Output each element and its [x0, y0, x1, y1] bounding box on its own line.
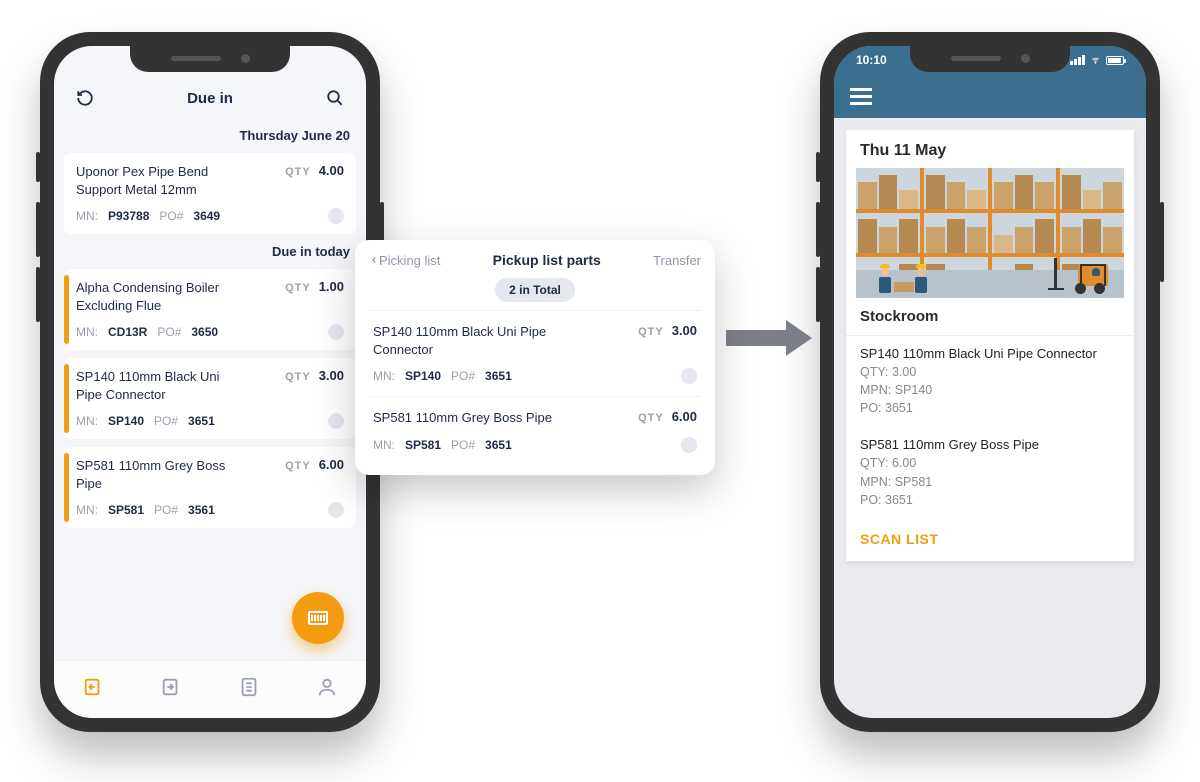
warehouse-illustration — [856, 168, 1124, 298]
section-title: Stockroom — [846, 298, 1134, 336]
left-phone-frame: Due in Thursday June 20 Uponor Pex Pipe … — [40, 32, 380, 732]
due-item-card[interactable]: Uponor Pex Pipe Bend Support Metal 12mm … — [64, 153, 356, 234]
wifi-icon — [1089, 56, 1102, 65]
due-item-card[interactable]: SP581 110mm Grey Boss Pipe QTY6.00 MN: S… — [64, 447, 356, 528]
search-icon[interactable] — [324, 87, 346, 109]
popup-item[interactable]: SP140 110mm Black Uni Pipe Connector QTY… — [369, 310, 701, 396]
stock-item[interactable]: SP581 110mm Grey Boss Pipe QTY: 6.00 MPN… — [846, 427, 1134, 518]
tab-list-icon[interactable] — [238, 676, 260, 703]
page-title: Due in — [187, 90, 233, 107]
popup-title: Pickup list parts — [493, 252, 601, 268]
phone-notch — [910, 46, 1070, 72]
select-radio[interactable] — [328, 324, 344, 340]
barcode-fab[interactable] — [292, 592, 344, 644]
due-item-card[interactable]: SP140 110mm Black Uni Pipe Connector QTY… — [64, 358, 356, 439]
back-button[interactable]: Picking list — [369, 253, 440, 268]
select-radio[interactable] — [328, 208, 344, 224]
status-icons — [1070, 55, 1124, 65]
date-heading: Thu 11 May — [846, 130, 1134, 168]
select-radio[interactable] — [328, 502, 344, 518]
battery-icon — [1106, 56, 1124, 65]
transfer-button[interactable]: Transfer — [653, 253, 701, 268]
tab-outbound-icon[interactable] — [160, 676, 182, 703]
popup-item[interactable]: SP581 110mm Grey Boss Pipe QTY6.00 MN: S… — [369, 396, 701, 465]
status-time: 10:10 — [856, 53, 887, 67]
arrow-icon — [726, 320, 816, 356]
pickup-list-popup: Picking list Pickup list parts Transfer … — [355, 240, 715, 475]
item-name: Uponor Pex Pipe Bend Support Metal 12mm — [76, 163, 246, 198]
refresh-icon[interactable] — [74, 87, 96, 109]
tab-inbound-icon[interactable] — [82, 676, 104, 703]
bottom-tabbar — [54, 660, 366, 718]
right-phone-frame: 10:10 Thu 11 May — [820, 32, 1160, 732]
scan-list-button[interactable]: SCAN LIST — [846, 519, 1134, 561]
select-radio[interactable] — [681, 437, 697, 453]
due-item-card[interactable]: Alpha Condensing Boiler Excluding Flue Q… — [64, 269, 356, 350]
due-in-app: Due in Thursday June 20 Uponor Pex Pipe … — [54, 46, 366, 718]
select-radio[interactable] — [328, 413, 344, 429]
section-date-2: Due in today — [54, 238, 366, 265]
tab-profile-icon[interactable] — [316, 676, 338, 703]
stockroom-card: Thu 11 May — [846, 130, 1134, 561]
select-radio[interactable] — [681, 368, 697, 384]
total-pill: 2 in Total — [495, 278, 575, 302]
signal-icon — [1070, 55, 1085, 65]
section-date-1: Thursday June 20 — [54, 122, 366, 149]
phone-notch — [130, 46, 290, 72]
stockroom-app: 10:10 Thu 11 May — [834, 46, 1146, 718]
menu-icon[interactable] — [850, 88, 872, 105]
stock-item[interactable]: SP140 110mm Black Uni Pipe Connector QTY… — [846, 336, 1134, 427]
